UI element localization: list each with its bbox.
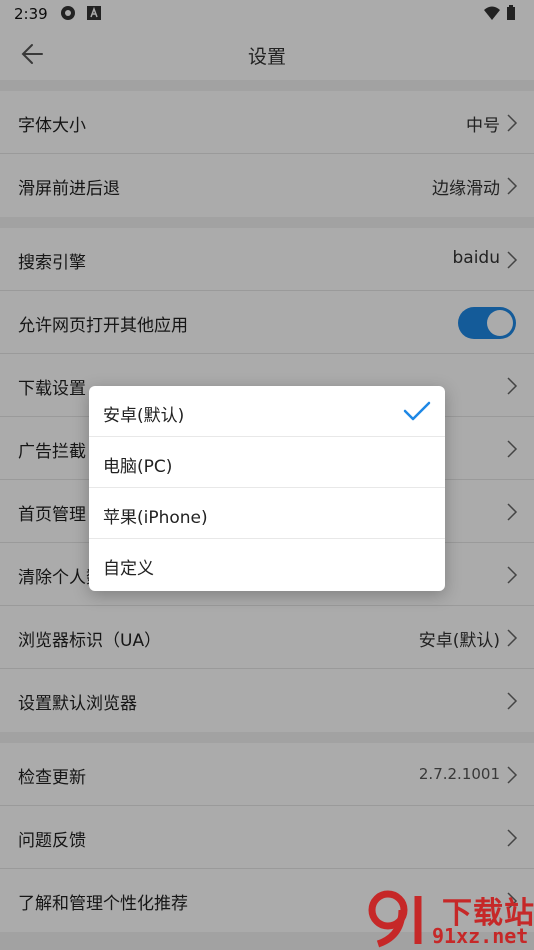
ua-option-iphone[interactable]: 苹果(iPhone) [89,488,445,539]
ua-option-pc[interactable]: 电脑(PC) [89,437,445,488]
ua-select-menu: 安卓(默认) 电脑(PC) 苹果(iPhone) 自定义 [89,386,445,591]
check-icon [403,401,431,421]
watermark-logo-icon [368,890,422,948]
option-label: 电脑(PC) [103,457,173,477]
watermark-url: 91xz.net [432,924,529,948]
ua-option-android[interactable]: 安卓(默认) [89,386,445,437]
option-label: 苹果(iPhone) [103,508,208,528]
option-label: 自定义 [103,559,154,579]
option-label: 安卓(默认) [103,406,185,426]
site-watermark: 下载站 91xz.net [366,886,534,950]
ua-option-custom[interactable]: 自定义 [89,539,445,590]
